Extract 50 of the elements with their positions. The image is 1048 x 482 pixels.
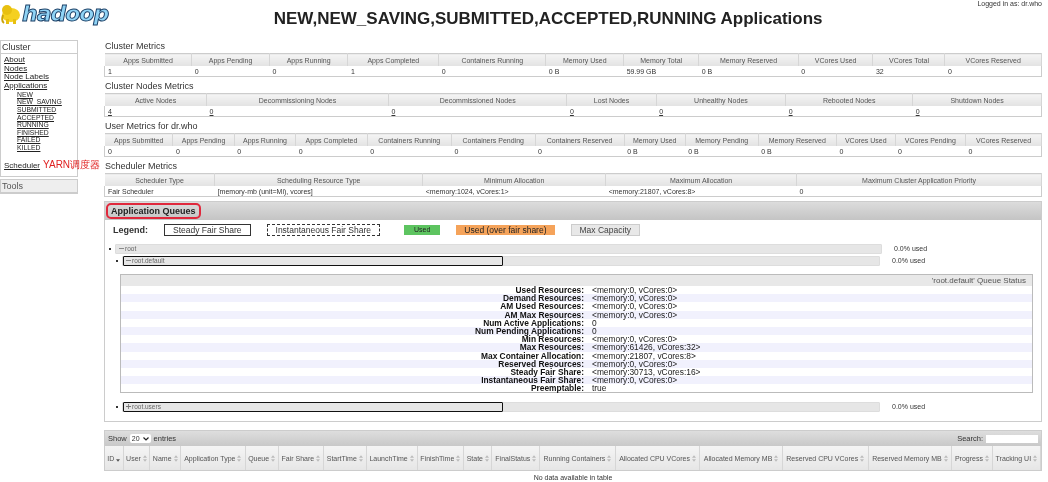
status-value: <memory:61426, vCores:32> — [592, 343, 702, 352]
queue-status-title: 'root.default' Queue Status — [121, 275, 1032, 286]
status-label: Reserved Resources: — [497, 359, 584, 368]
sidebar-section-title[interactable]: Tools — [1, 179, 77, 193]
collapse-icon[interactable] — [119, 246, 124, 251]
status-value: <memory:0, vCores:0> — [592, 286, 679, 295]
section-title: Cluster Metrics — [105, 41, 166, 51]
status-label: Num Active Applications: — [482, 318, 584, 327]
search-field[interactable] — [986, 434, 1038, 443]
status-label: Demand Resources: — [503, 294, 584, 303]
legend-item: Steady Fair Share — [164, 224, 251, 236]
status-value: true — [592, 384, 607, 393]
status-label: Max Resources: — [519, 343, 584, 352]
status-label: AM Max Resources: — [503, 310, 584, 319]
sidebar-section-title[interactable]: Cluster — [1, 41, 77, 54]
status-value: <memory:0, vCores:0> — [592, 335, 678, 344]
page-title: NEW,NEW_SAVING,SUBMITTED,ACCEPTED,RUNNING Applications — [272, 9, 824, 29]
status-label: Preemptable: — [529, 384, 584, 393]
legend-item: Used (over fair share) — [456, 225, 555, 235]
status-label: Max Container Allocation: — [480, 351, 584, 360]
status-value: <memory:0, vCores:0> — [592, 294, 679, 303]
section-title: User Metrics for dr.who — [105, 121, 199, 131]
expand-icon[interactable] — [126, 404, 131, 410]
sidebar-link[interactable]: Scheduler — [4, 161, 41, 171]
legend-label: Legend: — [113, 225, 148, 235]
status-value: <memory:0, vCores:0> — [592, 376, 679, 385]
section-title: Scheduler Metrics — [105, 161, 179, 171]
status-label: Used Resources: — [515, 286, 584, 295]
sidebar-link[interactable]: About — [4, 56, 74, 65]
status-label: Instantaneous Fair Share: — [480, 376, 584, 385]
status-value: 0 — [592, 318, 597, 327]
elephant-icon — [0, 3, 22, 25]
annotation-label: YARN调度器 — [43, 157, 101, 172]
legend-item: Instantaneous Fair Share — [266, 224, 380, 236]
status-label: Min Resources: — [521, 335, 584, 344]
status-value: <memory:30713, vCores:16> — [592, 367, 702, 377]
status-value: <memory:0, vCores:0> — [592, 302, 679, 311]
section-title: Application Queues — [108, 205, 199, 217]
section-title: Cluster Nodes Metrics — [105, 81, 195, 91]
legend-item: Max Capacity — [570, 224, 640, 236]
sidebar-link[interactable]: Nodes — [4, 64, 74, 74]
hadoop-logo: hadoop — [0, 0, 109, 26]
status-label: Steady Fair Share: — [510, 367, 584, 377]
status-value: 0 — [592, 326, 598, 336]
collapse-icon[interactable] — [126, 258, 131, 263]
status-label: Num Pending Applications: — [473, 326, 584, 336]
sidebar-link[interactable]: Node Labels — [4, 73, 74, 83]
caret-icon — [142, 436, 149, 441]
sidebar-link[interactable]: Applications — [4, 82, 74, 91]
status-label: AM Used Resources: — [499, 302, 584, 311]
